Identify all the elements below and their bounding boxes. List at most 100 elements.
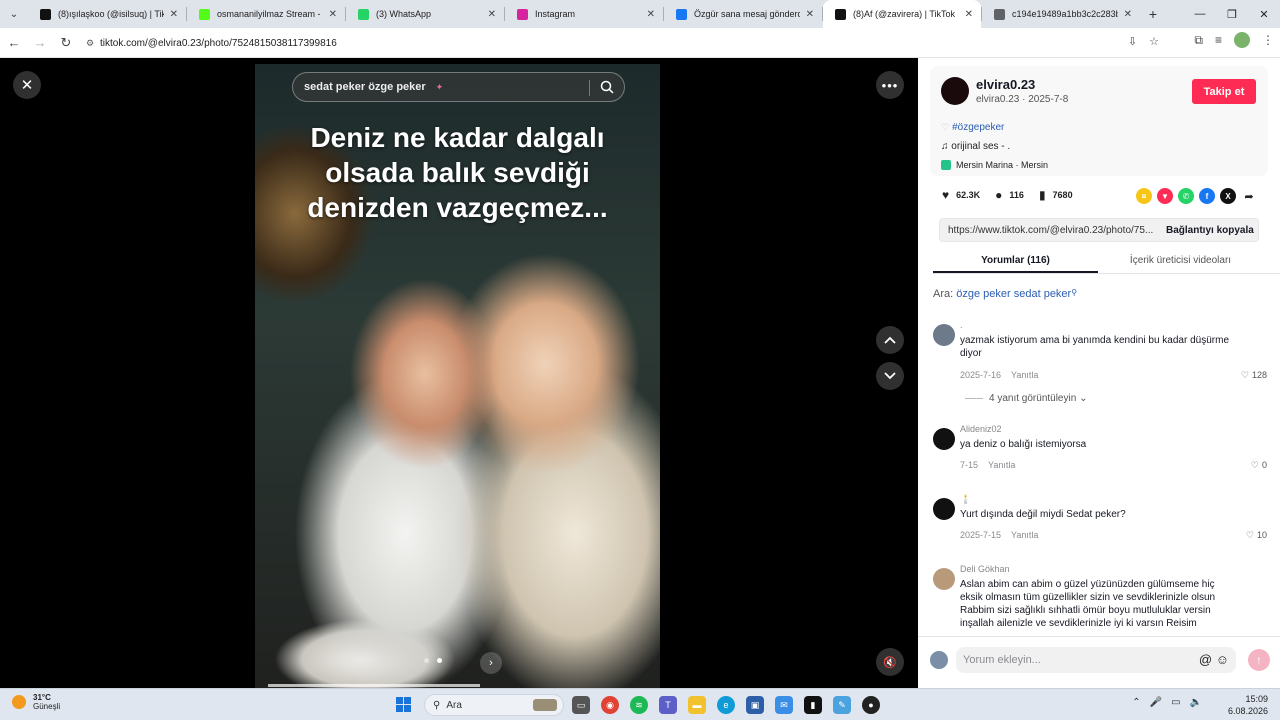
notepad-icon[interactable]: ✎ bbox=[833, 696, 851, 714]
reply-button[interactable]: Yanıtla bbox=[1011, 370, 1038, 380]
weather-widget[interactable]: 31°C Güneşli bbox=[12, 693, 60, 711]
commenter-avatar[interactable] bbox=[933, 324, 955, 346]
windows-start-icon[interactable] bbox=[396, 697, 411, 712]
author-username[interactable]: elvira0.23 bbox=[976, 77, 1035, 92]
search-icon[interactable] bbox=[600, 80, 614, 97]
x-share-icon[interactable]: X bbox=[1220, 188, 1236, 204]
audio-app-icon[interactable]: ▮ bbox=[804, 696, 822, 714]
back-icon[interactable]: ← bbox=[2, 31, 26, 55]
tab-close-icon[interactable]: ✕ bbox=[329, 9, 337, 20]
viewer-search-bar[interactable]: sedat peker özge peker ✦ bbox=[292, 72, 625, 102]
file-explorer-icon[interactable]: ▬ bbox=[688, 696, 706, 714]
tab-search-chevron-icon[interactable]: ⌄ bbox=[0, 0, 28, 28]
commenter-name[interactable]: 🕯️ bbox=[960, 494, 971, 505]
minimize-icon[interactable]: — bbox=[1184, 0, 1216, 28]
browser-tab[interactable]: c194e19489a1bb3c2c283b45e ✕ bbox=[982, 0, 1140, 28]
tab-close-icon[interactable]: ✕ bbox=[647, 9, 655, 20]
volume-icon[interactable]: 🔈 bbox=[1190, 697, 1202, 708]
forward-icon[interactable]: → bbox=[28, 31, 52, 55]
copy-link-button[interactable]: Bağlantıyı kopyala bbox=[1162, 225, 1254, 236]
previous-post-icon[interactable] bbox=[876, 326, 904, 354]
tab-close-icon[interactable]: ✕ bbox=[965, 9, 973, 20]
tab-close-icon[interactable]: ✕ bbox=[1124, 9, 1132, 20]
window-close-icon[interactable]: ✕ bbox=[1248, 0, 1280, 28]
comment-stat[interactable]: ● 116 bbox=[995, 188, 1024, 202]
tab-creator-videos[interactable]: İçerik üreticisi videoları bbox=[1098, 250, 1263, 273]
browser-menu-icon[interactable]: ⋮ bbox=[1262, 33, 1274, 47]
commenter-avatar[interactable] bbox=[933, 428, 955, 450]
taskbar-search[interactable]: ⚲ Ara bbox=[424, 694, 564, 716]
teams-icon[interactable]: T bbox=[659, 696, 677, 714]
repost-icon[interactable]: ▼ bbox=[1157, 188, 1173, 204]
post-photo: Deniz ne kadar dalgalı olsada balık sevd… bbox=[255, 64, 660, 688]
app-icon[interactable]: ● bbox=[862, 696, 880, 714]
browser-tab[interactable]: (8)Af (@zavirera) | TikTok ✕ bbox=[823, 0, 981, 28]
comment-like[interactable]: ♡ 0 bbox=[1251, 460, 1267, 471]
like-stat[interactable]: ♥ 62.3K bbox=[942, 188, 980, 202]
next-image-icon[interactable]: › bbox=[480, 652, 502, 674]
spotify-icon[interactable]: ≋ bbox=[630, 696, 648, 714]
hashtag-link[interactable]: #özgepeker bbox=[952, 122, 1004, 133]
commenter-avatar[interactable] bbox=[933, 498, 955, 520]
browser-tab[interactable]: (8)ışılaşkoo (@isilsuq) | TikTok ✕ bbox=[28, 0, 186, 28]
profile-avatar[interactable] bbox=[1234, 32, 1250, 48]
new-tab-button[interactable]: + bbox=[1140, 6, 1166, 22]
close-viewer-icon[interactable]: ✕ bbox=[13, 71, 41, 99]
tab-close-icon[interactable]: ✕ bbox=[170, 9, 178, 20]
browser-tab[interactable]: osmananilyilmaz Stream - Watc ✕ bbox=[187, 0, 345, 28]
comment-like[interactable]: ♡ 128 bbox=[1241, 370, 1267, 381]
music-line[interactable]: ♫ orijinal ses - . bbox=[941, 141, 1010, 152]
comment-meta: 2025-7-15 Yanıtla bbox=[960, 530, 1038, 540]
reply-button[interactable]: Yanıtla bbox=[988, 460, 1015, 470]
system-clock[interactable]: 15:09 6.08.2026 bbox=[1228, 693, 1268, 717]
commenter-name[interactable]: . bbox=[960, 320, 963, 330]
comment-like[interactable]: ♡ 10 bbox=[1246, 530, 1267, 541]
facebook-share-icon[interactable]: f bbox=[1199, 188, 1215, 204]
bookmark-star-icon[interactable]: ☆ bbox=[1149, 35, 1159, 48]
coin-icon[interactable]: ¤ bbox=[1136, 188, 1152, 204]
browser-tab[interactable]: (3) WhatsApp ✕ bbox=[346, 0, 504, 28]
task-view-icon[interactable]: ▭ bbox=[572, 696, 590, 714]
follow-button[interactable]: Takip et bbox=[1192, 79, 1256, 104]
tab-comments[interactable]: Yorumlar (116) bbox=[933, 250, 1098, 273]
outlook-icon[interactable]: ✉ bbox=[775, 696, 793, 714]
carousel-dot[interactable] bbox=[424, 658, 429, 663]
tab-close-icon[interactable]: ✕ bbox=[488, 9, 496, 20]
address-bar[interactable]: ⚙ tiktok.com/@elvira0.23/photo/752481503… bbox=[80, 32, 1165, 54]
commenter-avatar[interactable] bbox=[933, 568, 955, 590]
restore-icon[interactable]: ❐ bbox=[1216, 0, 1248, 28]
browser-tab[interactable]: Instagram ✕ bbox=[505, 0, 663, 28]
share-arrow-icon[interactable]: ➦ bbox=[1241, 188, 1257, 204]
network-icon[interactable]: ▭ bbox=[1171, 697, 1180, 708]
store-icon[interactable]: ▣ bbox=[746, 696, 764, 714]
view-replies-button[interactable]: 4 yanıt görüntüleyin ⌄ bbox=[965, 393, 1087, 404]
commenter-name[interactable]: Alideniz02 bbox=[960, 424, 1002, 434]
reply-button[interactable]: Yanıtla bbox=[1011, 530, 1038, 540]
commenter-name[interactable]: Deli Gökhan bbox=[960, 564, 1010, 574]
save-stat[interactable]: ▮ 7680 bbox=[1039, 188, 1073, 202]
more-options-icon[interactable]: ••• bbox=[876, 71, 904, 99]
edge-icon[interactable]: e bbox=[717, 696, 735, 714]
tray-chevron-icon[interactable]: ⌃ bbox=[1132, 697, 1140, 708]
install-app-icon[interactable]: ⇩ bbox=[1128, 35, 1137, 48]
location-line[interactable]: Mersin Marina · Mersin bbox=[941, 160, 1048, 170]
comment-input[interactable]: Yorum ekleyin... @ ☺ bbox=[956, 647, 1236, 673]
reload-icon[interactable]: ↻ bbox=[54, 31, 78, 55]
extensions-icon[interactable]: ⧉ bbox=[1194, 33, 1203, 48]
author-avatar[interactable] bbox=[941, 77, 969, 105]
microphone-icon[interactable]: 🎤 bbox=[1150, 697, 1162, 708]
mute-icon[interactable]: 🔇 bbox=[876, 648, 904, 676]
chrome-icon[interactable]: ◉ bbox=[601, 696, 619, 714]
photo-caption-overlay: Deniz ne kadar dalgalı olsada balık sevd… bbox=[255, 120, 660, 225]
whatsapp-share-icon[interactable]: ✆ bbox=[1178, 188, 1194, 204]
carousel-dot-active[interactable] bbox=[437, 658, 442, 663]
site-info-icon[interactable]: ⚙ bbox=[80, 38, 100, 49]
media-controls-icon[interactable]: ≡ bbox=[1215, 33, 1222, 47]
related-search-link[interactable]: özge peker sedat peker bbox=[956, 288, 1071, 300]
next-post-icon[interactable] bbox=[876, 362, 904, 390]
emoji-icon[interactable]: ☺ bbox=[1216, 652, 1229, 667]
browser-tab[interactable]: Özgür sana mesaj gönderdi ✕ bbox=[664, 0, 822, 28]
mention-icon[interactable]: @ bbox=[1199, 652, 1212, 667]
send-comment-icon[interactable]: ↑ bbox=[1248, 649, 1270, 671]
tab-close-icon[interactable]: ✕ bbox=[806, 9, 814, 20]
